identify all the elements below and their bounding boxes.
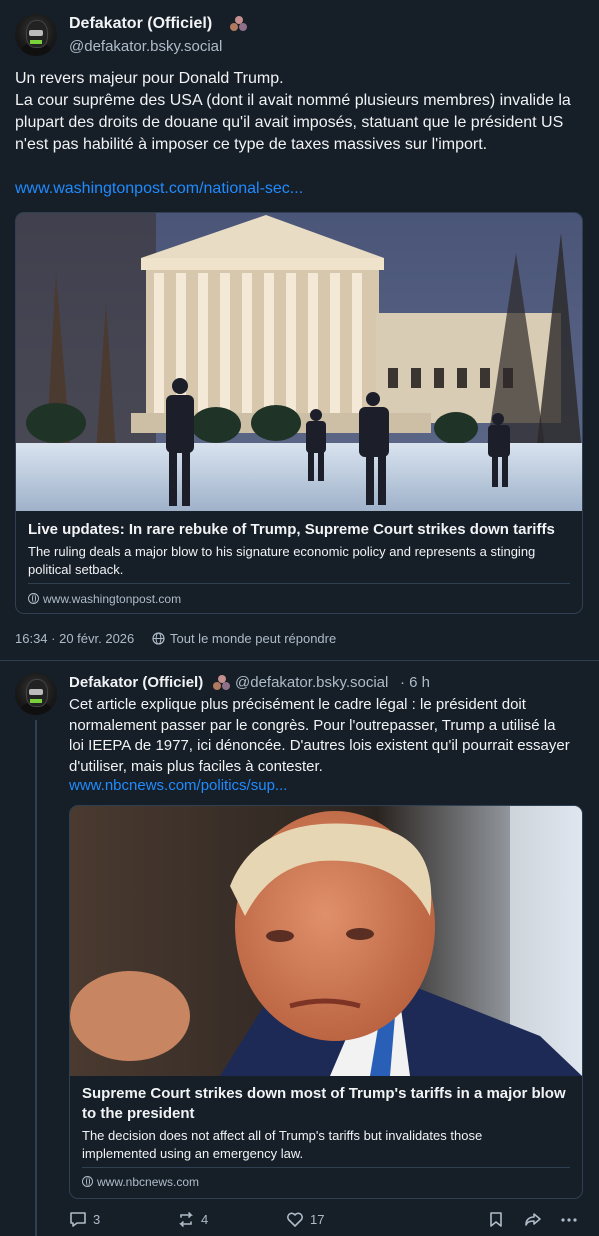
more-options-button[interactable] [560,1211,578,1228]
repost-button[interactable]: 4 [177,1211,208,1228]
card-divider [82,1167,570,1168]
card-domain-text: www.washingtonpost.com [43,592,182,606]
more-icon [561,1218,577,1222]
reply-card-description: The decision does not affect all of Trum… [82,1128,483,1161]
repost-icon [179,1212,193,1227]
card-image-supreme-court [16,213,582,511]
author-avatar[interactable] [15,14,57,56]
reply-count: 3 [93,1212,101,1227]
reply-author-handle[interactable]: @defakator.bsky.social [235,674,388,691]
post-timestamp[interactable]: 16:34 · 20 févr. 2026 [15,631,134,646]
share-button[interactable] [524,1211,542,1228]
reply-card-domain: www.nbcnews.com [82,1175,199,1189]
bookmark-icon [490,1212,502,1227]
post-text: Un revers majeur pour Donald Trump. La c… [15,70,571,153]
bookmark-button[interactable] [489,1211,503,1228]
thread-line [35,720,37,1236]
reply-setting[interactable]: Tout le monde peut répondre [152,631,336,646]
reply-text: Cet article explique plus précisément le… [69,696,570,775]
link-card[interactable]: Live updates: In rare rebuke of Trump, S… [15,212,583,614]
card-description: The ruling deals a major blow to his sig… [28,544,536,577]
globe-icon [28,593,39,604]
repost-count: 4 [201,1212,209,1227]
verification-badge-icon [213,675,231,691]
post-link[interactable]: www.washingtonpost.com/national-sec... [15,180,303,198]
heart-icon [287,1212,303,1227]
globe-icon [82,1176,93,1187]
reply-author-name[interactable]: Defakator (Officiel) [69,674,203,691]
card-image-trump [70,806,582,1076]
share-icon [525,1213,541,1226]
reply-button[interactable]: 3 [69,1211,100,1228]
reply-setting-label: Tout le monde peut répondre [170,631,337,646]
like-count: 17 [310,1212,325,1227]
reply-icon [70,1212,86,1227]
reply-link-card[interactable]: Supreme Court strikes down most of Trump… [69,805,583,1199]
reply-age[interactable]: · 6 h [400,674,430,691]
reply-link[interactable]: www.nbcnews.com/politics/sup... [69,777,287,794]
card-divider [28,583,570,584]
verification-badge-icon [230,16,248,32]
globe-icon [152,632,165,645]
card-title: Live updates: In rare rebuke of Trump, S… [28,521,555,538]
card-domain: www.washingtonpost.com [28,592,181,606]
author-name[interactable]: Defakator (Officiel) [69,15,212,33]
reply-author-avatar[interactable] [15,673,57,715]
like-button[interactable]: 17 [286,1211,324,1228]
post-divider [0,660,599,661]
author-handle[interactable]: @defakator.bsky.social [69,38,222,55]
reply-card-title: Supreme Court strikes down most of Trump… [82,1085,566,1122]
reply-card-domain-text: www.nbcnews.com [97,1175,200,1189]
